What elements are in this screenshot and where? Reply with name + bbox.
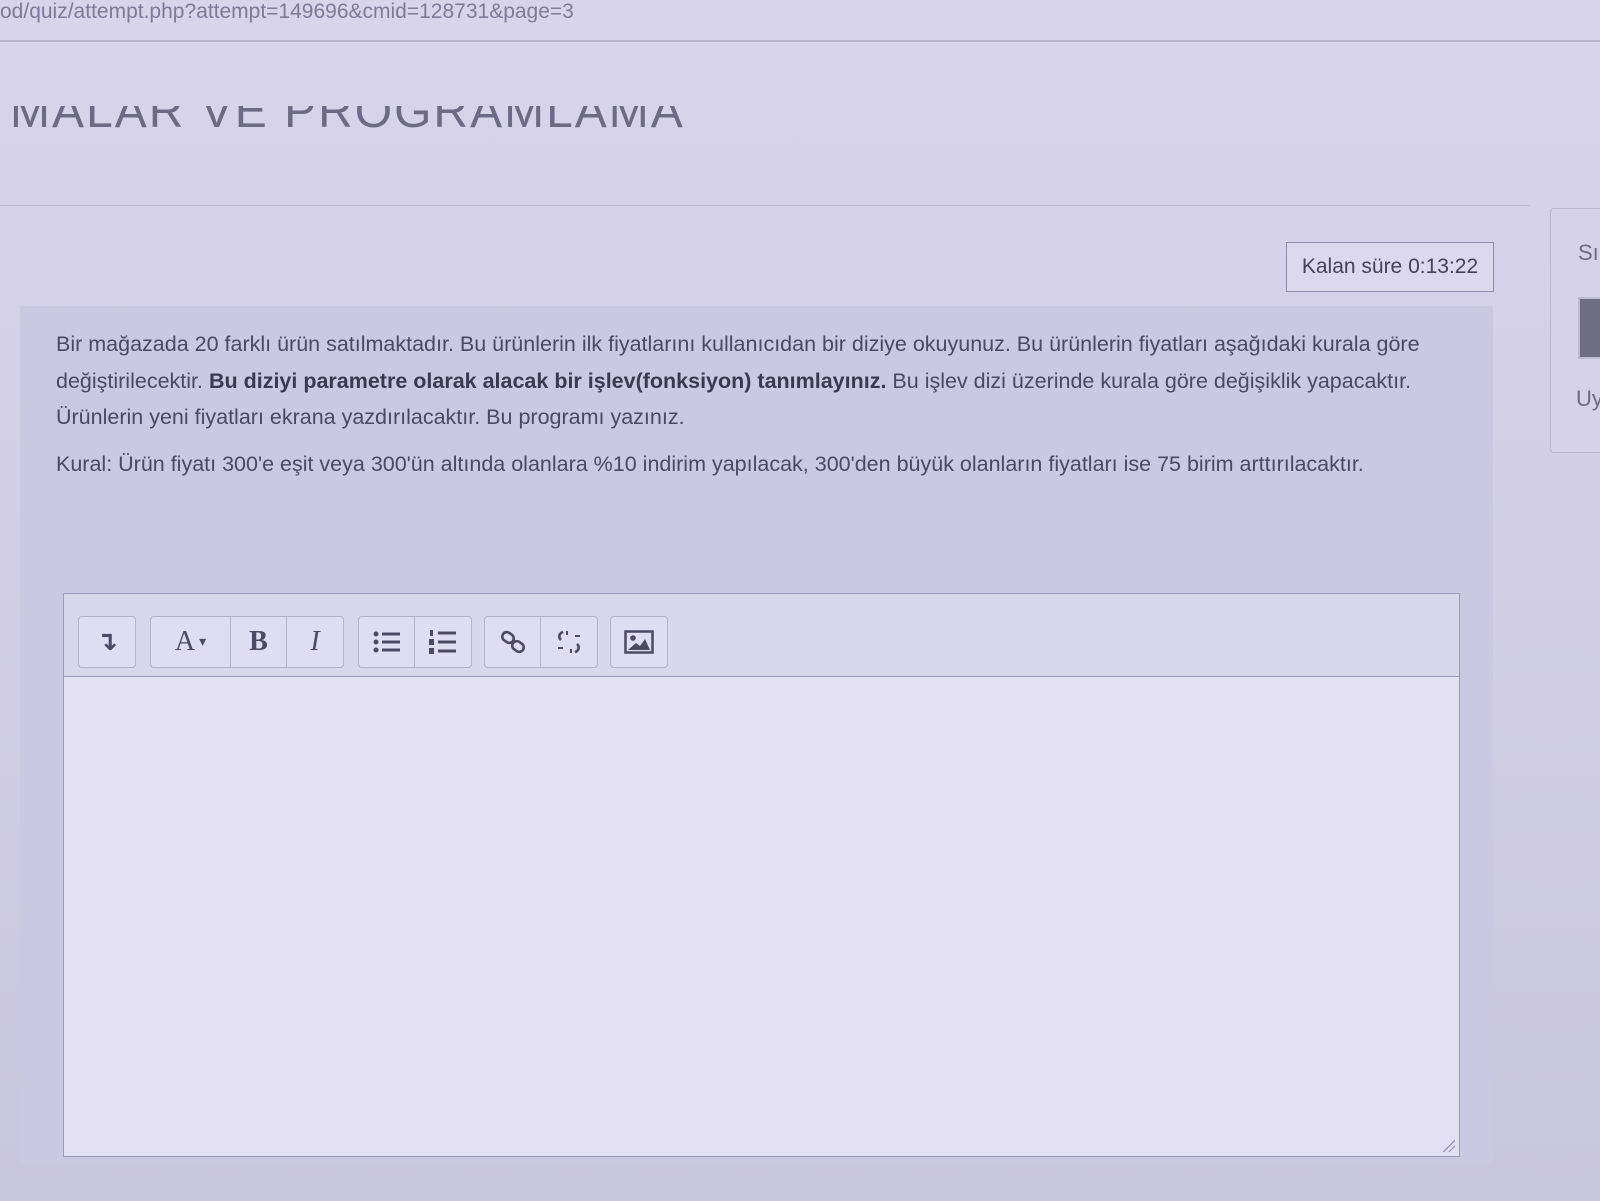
bold-button[interactable]: B bbox=[231, 617, 287, 667]
side-panel-link[interactable]: Uy bbox=[1576, 386, 1600, 412]
question-paragraph-1: Bir mağazada 20 farklı ürün satılmaktadı… bbox=[56, 326, 1476, 436]
toolbar-group-format: A ▾ B I bbox=[150, 616, 344, 668]
italic-button[interactable]: I bbox=[287, 617, 343, 667]
toolbar-group-toggle: ↴ bbox=[78, 616, 136, 668]
unlink-icon bbox=[558, 630, 580, 654]
unordered-list-button[interactable] bbox=[359, 617, 415, 667]
chevron-down-icon: ▾ bbox=[199, 634, 207, 650]
header-divider bbox=[0, 205, 1530, 206]
numbered-list-icon bbox=[429, 630, 456, 654]
bullet-list-icon bbox=[373, 631, 400, 653]
insert-image-button[interactable] bbox=[611, 617, 667, 667]
unlink-button[interactable] bbox=[541, 617, 597, 667]
link-icon bbox=[500, 630, 525, 654]
toolbar-group-links bbox=[484, 616, 598, 668]
timer-label: Kalan süre 0:13:22 bbox=[1301, 255, 1479, 278]
side-panel-heading: Sı bbox=[1578, 240, 1599, 265]
toolbar-group-lists bbox=[358, 616, 472, 668]
answer-text-area[interactable] bbox=[84, 678, 1445, 1142]
url-text: od/quiz/attempt.php?attempt=149696&cmid=… bbox=[0, 0, 574, 23]
font-style-dropdown[interactable]: A ▾ bbox=[151, 617, 231, 667]
ordered-list-button[interactable] bbox=[415, 617, 471, 667]
answer-editor: ↴ A ▾ B I bbox=[63, 593, 1460, 1157]
quiz-timer: Kalan süre 0:13:22 bbox=[1286, 242, 1494, 292]
image-icon bbox=[624, 630, 654, 654]
browser-address-bar[interactable]: od/quiz/attempt.php?attempt=149696&cmid=… bbox=[0, 0, 1600, 42]
question-box: Bir mağazada 20 farklı ürün satılmaktadı… bbox=[20, 306, 1493, 1164]
question-nav-button[interactable] bbox=[1578, 297, 1600, 359]
font-style-label: A bbox=[174, 626, 196, 657]
toolbar-group-media bbox=[610, 616, 668, 668]
question-paragraph-2: Kural: Ürün fiyatı 300'e eşit veya 300'ü… bbox=[56, 451, 1364, 476]
resize-handle-icon[interactable] bbox=[1441, 1138, 1455, 1152]
course-title: MALAR VE PROGRAMLAMA bbox=[10, 85, 685, 138]
question-text: Bir mağazada 20 farklı ürün satılmaktadı… bbox=[56, 326, 1476, 492]
toolbar-toggle-button[interactable]: ↴ bbox=[79, 617, 135, 667]
editor-toolbar: ↴ A ▾ B I bbox=[64, 594, 1459, 677]
question-bold-text: Bu diziyi parametre olarak alacak bir iş… bbox=[208, 368, 887, 393]
insert-link-button[interactable] bbox=[485, 617, 541, 667]
